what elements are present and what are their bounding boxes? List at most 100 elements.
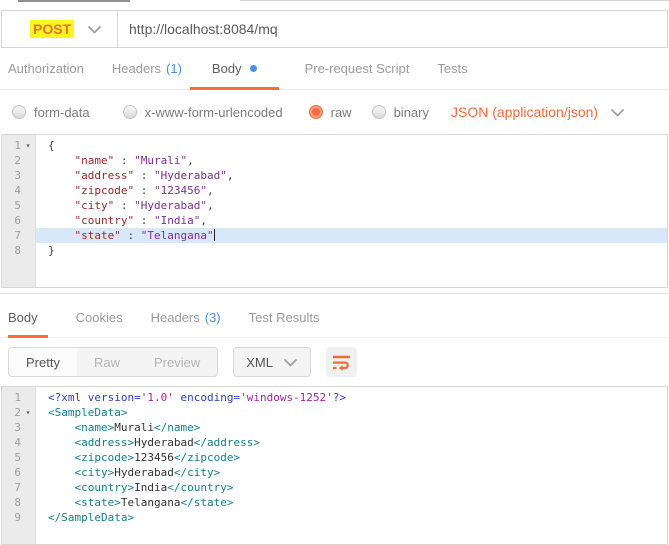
line-number: 7	[2, 228, 21, 243]
code-line[interactable]: <state>Telangana</state>	[36, 495, 667, 510]
code-line[interactable]: <city>Hyderabad</city>	[36, 465, 667, 480]
response-editor-gutter: 12▾3456789	[2, 387, 36, 544]
fold-caret-icon[interactable]: ▾	[21, 138, 35, 153]
tab-cookies[interactable]: Cookies	[76, 298, 123, 337]
radio-circle[interactable]	[372, 105, 386, 119]
code-line[interactable]: <?xml version='1.0' encoding='windows-12…	[36, 390, 667, 405]
code-line[interactable]: "address" : "Hyderabad",	[36, 168, 667, 183]
line-number: 6	[2, 213, 21, 228]
radio-raw[interactable]: raw	[309, 105, 352, 120]
tab-body[interactable]: Body	[190, 48, 279, 89]
headers-count-badge: (1)	[166, 61, 182, 76]
code-line[interactable]: "country" : "India",	[36, 213, 667, 228]
tab-headers[interactable]: Headers (1)	[112, 48, 182, 89]
body-modified-dot	[250, 65, 257, 72]
request-editor-gutter: 1▾2345678	[2, 135, 36, 287]
fold-caret-empty	[21, 495, 35, 510]
code-line[interactable]: <address>Hyderabad</address>	[36, 435, 667, 450]
line-number: 4	[2, 183, 21, 198]
line-number: 8	[2, 243, 21, 258]
request-tabs: Authorization Headers (1) Body Pre-reque…	[0, 48, 669, 90]
response-headers-count-badge: (3)	[205, 310, 221, 325]
code-line[interactable]: "zipcode" : "123456",	[36, 183, 667, 198]
code-line[interactable]: </SampleData>	[36, 510, 667, 525]
postman-window: POST http://localhost:8084/mq Authorizat…	[0, 0, 669, 545]
radio-form-data[interactable]: form-data	[12, 105, 90, 120]
response-tabs: Body Cookies Headers (3) Test Results	[0, 298, 669, 338]
fold-caret-empty	[21, 450, 35, 465]
code-line[interactable]: {	[36, 138, 667, 153]
fold-caret-empty	[21, 198, 35, 213]
tab-test-results[interactable]: Test Results	[249, 298, 320, 337]
request-url-bar: POST http://localhost:8084/mq	[1, 10, 668, 48]
line-number: 2	[2, 405, 21, 420]
fold-caret-empty	[21, 243, 35, 258]
line-number: 3	[2, 168, 21, 183]
method-label[interactable]: POST	[30, 20, 74, 38]
fold-caret-empty	[21, 465, 35, 480]
code-line[interactable]: <name>Murali</name>	[36, 420, 667, 435]
url-input[interactable]: http://localhost:8084/mq	[118, 11, 667, 47]
radio-x-www-form-urlencoded[interactable]: x-www-form-urlencoded	[123, 105, 283, 120]
fold-caret-empty	[21, 153, 35, 168]
text-cursor	[214, 229, 215, 241]
code-line[interactable]: <SampleData>	[36, 405, 667, 420]
view-pretty-button[interactable]: Pretty	[9, 348, 77, 376]
method-dropdown[interactable]: POST	[2, 11, 118, 47]
fold-caret-empty	[21, 213, 35, 228]
request-body-editor[interactable]: 1▾2345678 { "name" : "Murali", "address"…	[1, 134, 668, 288]
view-preview-button[interactable]: Preview	[137, 348, 217, 376]
fold-caret-empty	[21, 228, 35, 243]
line-number: 3	[2, 420, 21, 435]
tab-strip-remnant-light	[240, 0, 669, 1]
radio-circle[interactable]	[12, 105, 26, 119]
fold-caret-empty	[21, 420, 35, 435]
line-number: 7	[2, 480, 21, 495]
response-language-dropdown[interactable]: XML	[233, 347, 311, 377]
chevron-down-icon	[283, 358, 298, 367]
wrap-text-icon	[332, 354, 351, 371]
radio-binary[interactable]: binary	[372, 105, 429, 120]
tab-pre-request-script[interactable]: Pre-request Script	[305, 48, 410, 89]
radio-circle[interactable]	[123, 105, 137, 119]
line-number: 5	[2, 450, 21, 465]
line-number: 2	[2, 153, 21, 168]
view-raw-button[interactable]: Raw	[77, 348, 137, 376]
request-response-splitter[interactable]	[0, 288, 669, 298]
response-editor-code[interactable]: <?xml version='1.0' encoding='windows-12…	[36, 387, 667, 544]
tab-strip-remnant-dark	[18, 0, 130, 2]
wrap-text-button[interactable]	[326, 347, 357, 377]
tab-authorization[interactable]: Authorization	[8, 48, 84, 89]
radio-circle-selected[interactable]	[309, 105, 323, 119]
window-top-edge	[0, 0, 669, 10]
tab-tests[interactable]: Tests	[437, 48, 467, 89]
line-number: 5	[2, 198, 21, 213]
fold-caret-empty	[21, 510, 35, 525]
code-line[interactable]: "state" : "Telangana"	[36, 228, 667, 243]
line-number: 8	[2, 495, 21, 510]
chevron-down-icon	[610, 108, 625, 117]
response-toolbar: Pretty Raw Preview XML	[0, 338, 669, 386]
chevron-down-icon	[87, 25, 102, 34]
code-line[interactable]: "name" : "Murali",	[36, 153, 667, 168]
code-line[interactable]: <country>India</country>	[36, 480, 667, 495]
code-line[interactable]: "city" : "Hyderabad",	[36, 198, 667, 213]
response-view-group: Pretty Raw Preview	[8, 347, 218, 377]
response-body-editor[interactable]: 12▾3456789 <?xml version='1.0' encoding=…	[1, 386, 668, 545]
line-number: 1	[2, 390, 21, 405]
line-number: 4	[2, 435, 21, 450]
fold-caret-empty	[21, 183, 35, 198]
code-line[interactable]: }	[36, 243, 667, 258]
fold-caret-icon[interactable]: ▾	[21, 405, 35, 420]
fold-caret-empty	[21, 390, 35, 405]
content-type-dropdown[interactable]: JSON (application/json)	[451, 104, 625, 120]
fold-caret-empty	[21, 480, 35, 495]
body-type-row: form-data x-www-form-urlencoded raw bina…	[0, 90, 669, 134]
line-number: 9	[2, 510, 21, 525]
tab-response-headers[interactable]: Headers (3)	[151, 298, 221, 337]
line-number: 1	[2, 138, 21, 153]
fold-caret-empty	[21, 435, 35, 450]
tab-response-body[interactable]: Body	[8, 298, 48, 337]
code-line[interactable]: <zipcode>123456</zipcode>	[36, 450, 667, 465]
request-editor-code[interactable]: { "name" : "Murali", "address" : "Hydera…	[36, 135, 667, 287]
